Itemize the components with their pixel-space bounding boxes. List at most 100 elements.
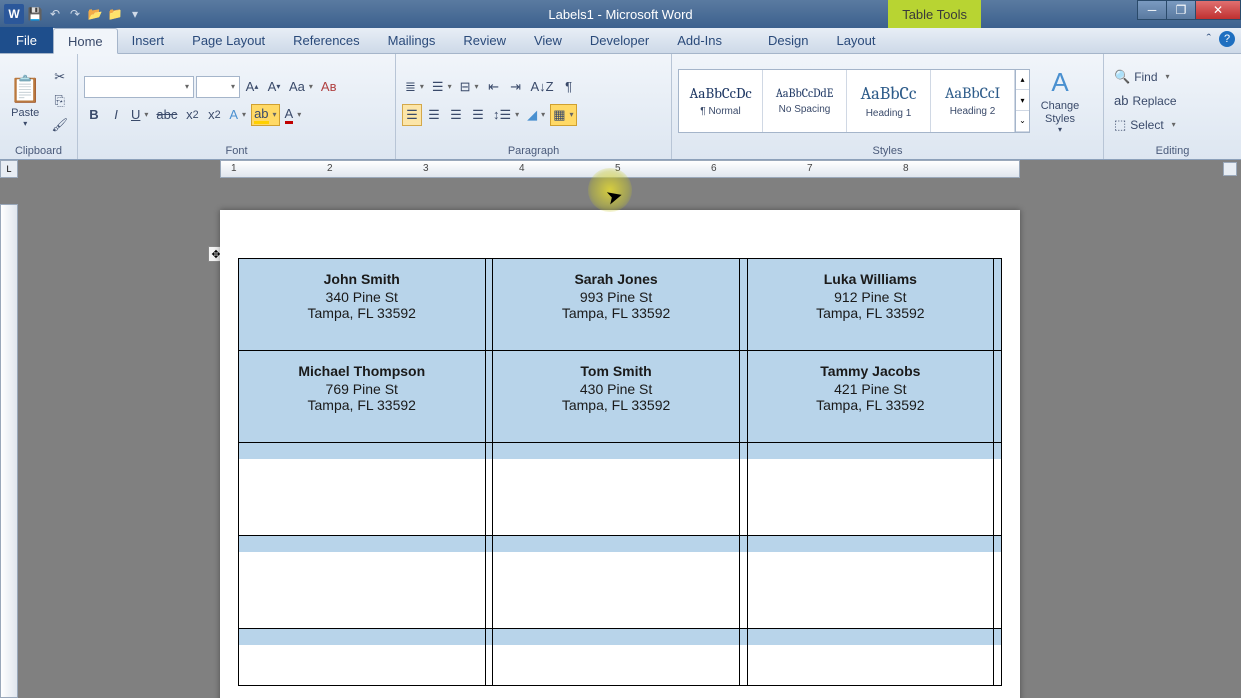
label-cell[interactable]: Sarah Jones 993 Pine St Tampa, FL 33592: [493, 259, 739, 351]
horizontal-ruler[interactable]: 12345678: [220, 160, 1020, 178]
open-icon[interactable]: 📂: [86, 5, 104, 23]
style-normal[interactable]: AaBbCcDc ¶ Normal: [679, 70, 763, 132]
file-tab[interactable]: File: [0, 27, 53, 53]
find-button[interactable]: 🔍Find▾: [1110, 66, 1181, 88]
increase-indent-icon[interactable]: ⇥: [506, 76, 526, 98]
style-heading-2[interactable]: AaBbCcI Heading 2: [931, 70, 1015, 132]
bold-button[interactable]: B: [84, 104, 104, 126]
tab-layout[interactable]: Layout: [822, 27, 889, 53]
labels-table[interactable]: John Smith 340 Pine St Tampa, FL 33592 S…: [238, 258, 1002, 686]
cut-icon[interactable]: ✂: [48, 66, 71, 88]
align-right-icon[interactable]: ☰: [446, 104, 466, 126]
label-cell[interactable]: [747, 536, 993, 629]
close-button[interactable]: ✕: [1195, 0, 1241, 20]
vertical-ruler[interactable]: [0, 204, 18, 698]
sort-icon[interactable]: A↓Z: [528, 76, 557, 98]
subscript-button[interactable]: x2: [182, 104, 202, 126]
line-spacing-icon[interactable]: ↕☰▾: [490, 104, 522, 126]
bullets-icon[interactable]: ≣▾: [402, 76, 427, 98]
style-heading-1[interactable]: AaBbCc Heading 1: [847, 70, 931, 132]
borders-icon[interactable]: ▦▾: [550, 104, 576, 126]
tab-add-ins[interactable]: Add-Ins: [663, 27, 736, 53]
group-label-clipboard: Clipboard: [6, 143, 71, 159]
tab-developer[interactable]: Developer: [576, 27, 663, 53]
clear-formatting-icon[interactable]: Aʙ: [318, 76, 340, 98]
document-page[interactable]: John Smith 340 Pine St Tampa, FL 33592 S…: [220, 210, 1020, 698]
tab-view[interactable]: View: [520, 27, 576, 53]
label-row: [239, 443, 1002, 536]
minimize-button[interactable]: ─: [1137, 0, 1167, 20]
label-cell[interactable]: [239, 629, 486, 686]
quick-access-toolbar: W 💾 ↶ ↷ 📂 📁 ▾: [0, 4, 144, 24]
replace-button[interactable]: abReplace: [1110, 90, 1181, 112]
font-color-icon[interactable]: A▾: [282, 104, 305, 126]
redo-icon[interactable]: ↷: [66, 5, 84, 23]
multilevel-list-icon[interactable]: ⊟▾: [457, 76, 482, 98]
label-cell[interactable]: John Smith 340 Pine St Tampa, FL 33592: [239, 259, 486, 351]
change-case-icon[interactable]: Aa▾: [286, 76, 316, 98]
tab-insert[interactable]: Insert: [118, 27, 179, 53]
print-icon[interactable]: 📁: [106, 5, 124, 23]
label-gap: [739, 536, 747, 629]
text-effects-icon[interactable]: A▾: [226, 104, 249, 126]
align-left-icon[interactable]: ☰: [402, 104, 422, 126]
underline-button[interactable]: U▾: [128, 104, 151, 126]
justify-icon[interactable]: ☰: [468, 104, 488, 126]
styles-gallery[interactable]: AaBbCcDc ¶ Normal AaBbCcDdE No Spacing A…: [678, 69, 1030, 133]
grow-font-icon[interactable]: A▴: [242, 76, 262, 98]
word-app-icon[interactable]: W: [4, 4, 24, 24]
minimize-ribbon-icon[interactable]: ˆ: [1207, 31, 1211, 47]
change-styles-button[interactable]: A Change Styles ▾: [1034, 62, 1086, 140]
highlight-color-icon[interactable]: ab▾: [251, 104, 279, 126]
font-name-combo[interactable]: ▾: [84, 76, 194, 98]
ruler-area: L 12345678: [0, 160, 1241, 182]
restore-button[interactable]: ❐: [1166, 0, 1196, 20]
gallery-up-icon[interactable]: ▴: [1016, 70, 1029, 91]
undo-icon[interactable]: ↶: [46, 5, 64, 23]
label-cell[interactable]: Tom Smith 430 Pine St Tampa, FL 33592: [493, 351, 739, 443]
italic-button[interactable]: I: [106, 104, 126, 126]
style-no-spacing[interactable]: AaBbCcDdE No Spacing: [763, 70, 847, 132]
decrease-indent-icon[interactable]: ⇤: [484, 76, 504, 98]
label-cell[interactable]: [239, 443, 486, 536]
align-center-icon[interactable]: ☰: [424, 104, 444, 126]
label-cell[interactable]: Tammy Jacobs 421 Pine St Tampa, FL 33592: [747, 351, 993, 443]
label-cell[interactable]: [747, 629, 993, 686]
copy-icon[interactable]: ⎘: [48, 90, 71, 112]
shading-icon[interactable]: ◢▾: [524, 104, 548, 126]
window-title: Labels1 - Microsoft Word: [548, 7, 692, 22]
view-ruler-toggle[interactable]: [1223, 162, 1237, 176]
gallery-down-icon[interactable]: ▾: [1016, 90, 1029, 111]
format-painter-icon[interactable]: 🖌: [48, 114, 71, 136]
shrink-font-icon[interactable]: A▾: [264, 76, 284, 98]
font-size-combo[interactable]: ▾: [196, 76, 240, 98]
label-gap: [994, 443, 1002, 536]
find-icon: 🔍: [1114, 69, 1130, 85]
strikethrough-button[interactable]: abc: [153, 104, 180, 126]
paste-button[interactable]: 📋 Paste ▾: [6, 62, 44, 140]
tab-page-layout[interactable]: Page Layout: [178, 27, 279, 53]
tab-review[interactable]: Review: [449, 27, 520, 53]
label-cell[interactable]: [747, 443, 993, 536]
label-cell[interactable]: Luka Williams 912 Pine St Tampa, FL 3359…: [747, 259, 993, 351]
tab-mailings[interactable]: Mailings: [374, 27, 450, 53]
tab-home[interactable]: Home: [53, 28, 118, 54]
superscript-button[interactable]: x2: [204, 104, 224, 126]
qat-customize-icon[interactable]: ▾: [126, 5, 144, 23]
numbering-icon[interactable]: ☰▾: [429, 76, 455, 98]
save-icon[interactable]: 💾: [26, 5, 44, 23]
label-cell[interactable]: [493, 536, 739, 629]
tab-design[interactable]: Design: [754, 27, 822, 53]
label-cell[interactable]: Michael Thompson 769 Pine St Tampa, FL 3…: [239, 351, 486, 443]
label-cell[interactable]: [493, 443, 739, 536]
show-hide-icon[interactable]: ¶: [559, 76, 579, 98]
help-icon[interactable]: ?: [1219, 31, 1235, 47]
tab-references[interactable]: References: [279, 27, 373, 53]
label-cell[interactable]: [239, 536, 486, 629]
group-label-font: Font: [84, 143, 389, 159]
select-button[interactable]: ⬚Select▾: [1110, 114, 1181, 136]
tab-selector[interactable]: L: [0, 160, 18, 178]
gallery-more-icon[interactable]: ⌄: [1016, 111, 1029, 132]
select-icon: ⬚: [1114, 117, 1126, 133]
label-cell[interactable]: [493, 629, 739, 686]
